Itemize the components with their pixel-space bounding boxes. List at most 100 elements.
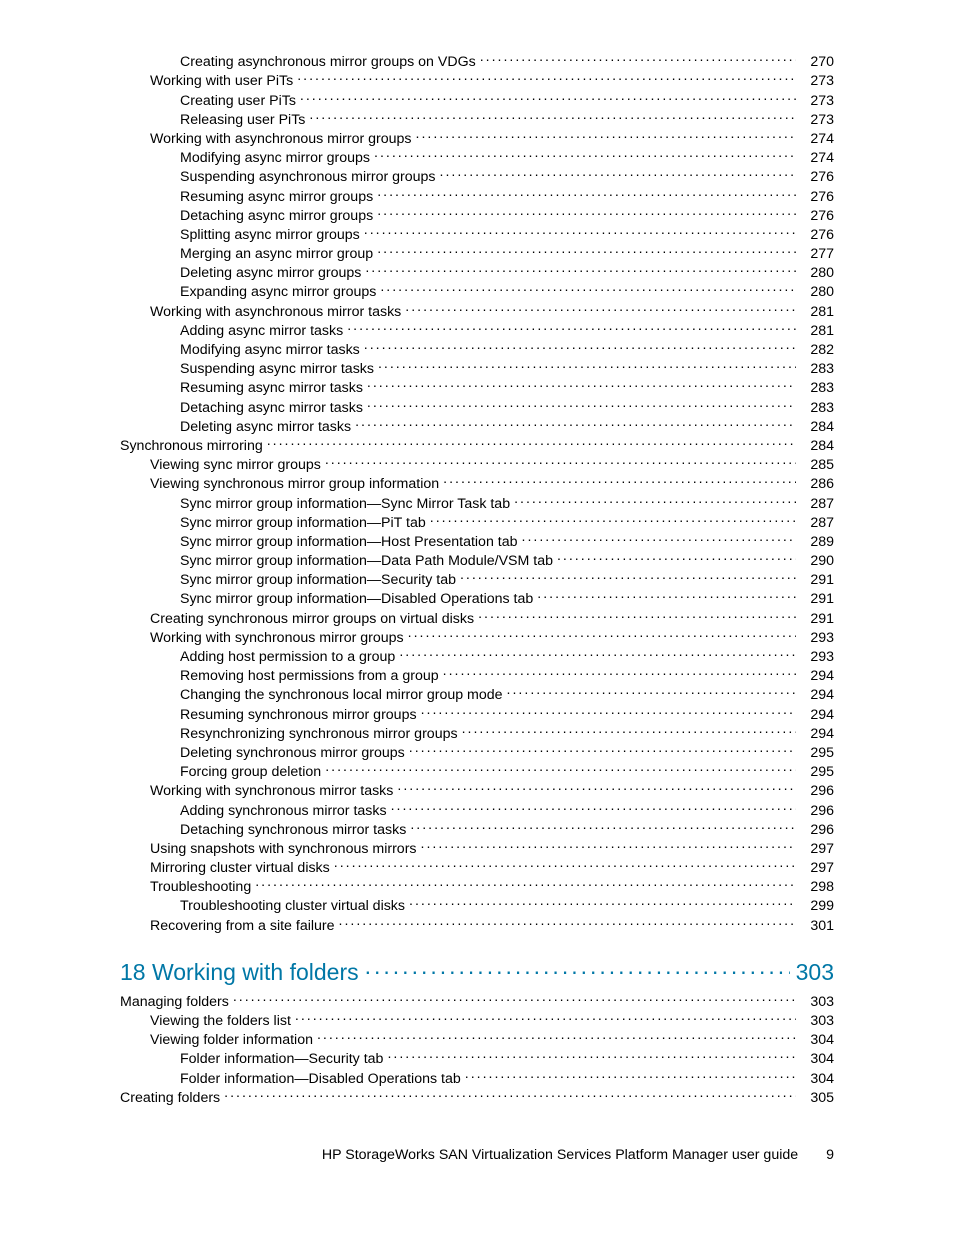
toc-entry[interactable]: Suspending asynchronous mirror groups276 xyxy=(120,167,834,186)
toc-entry-label: Managing folders xyxy=(120,993,229,1011)
toc-entry[interactable]: Detaching async mirror groups276 xyxy=(120,206,834,225)
toc-entry-page: 282 xyxy=(800,341,834,359)
toc-entry[interactable]: Folder information—Disabled Operations t… xyxy=(120,1068,834,1087)
toc-entry[interactable]: Working with asynchronous mirror tasks28… xyxy=(120,301,834,320)
toc-entry[interactable]: Working with asynchronous mirror groups2… xyxy=(120,129,834,148)
toc-entry[interactable]: Working with synchronous mirror groups29… xyxy=(120,628,834,647)
toc-entry[interactable]: Sync mirror group information—Disabled O… xyxy=(120,589,834,608)
toc-entry[interactable]: Folder information—Security tab304 xyxy=(120,1049,834,1068)
leader-dots xyxy=(300,90,796,104)
toc-entry[interactable]: Merging an async mirror group277 xyxy=(120,244,834,263)
toc-entry[interactable]: Viewing the folders list303 xyxy=(120,1011,834,1030)
leader-dots xyxy=(364,340,796,354)
leader-dots xyxy=(443,666,796,680)
toc-entry-label: Suspending async mirror tasks xyxy=(180,360,374,378)
toc-page: Creating asynchronous mirror groups on V… xyxy=(0,0,954,1107)
toc-entry[interactable]: Deleting async mirror groups280 xyxy=(120,263,834,282)
toc-entry[interactable]: Changing the synchronous local mirror gr… xyxy=(120,685,834,704)
toc-entry-label: Viewing the folders list xyxy=(150,1012,291,1030)
leader-dots xyxy=(347,321,796,335)
leader-dots xyxy=(465,1068,796,1082)
toc-entry[interactable]: Viewing sync mirror groups285 xyxy=(120,455,834,474)
leader-dots xyxy=(478,608,796,622)
toc-entry[interactable]: Troubleshooting cluster virtual disks299 xyxy=(120,896,834,915)
toc-entry[interactable]: Adding host permission to a group293 xyxy=(120,647,834,666)
toc-entry[interactable]: Resynchronizing synchronous mirror group… xyxy=(120,724,834,743)
chapter-label: 18 Working with folders xyxy=(120,959,359,986)
toc-entry-label: Resuming async mirror groups xyxy=(180,188,373,206)
toc-entry[interactable]: Adding async mirror tasks281 xyxy=(120,321,834,340)
toc-entry[interactable]: Resuming async mirror groups276 xyxy=(120,186,834,205)
toc-entry[interactable]: Suspending async mirror tasks283 xyxy=(120,359,834,378)
toc-entry-page: 274 xyxy=(800,130,834,148)
leader-dots xyxy=(309,110,796,124)
toc-entry-page: 277 xyxy=(800,245,834,263)
toc-entry[interactable]: Sync mirror group information—PiT tab287 xyxy=(120,513,834,532)
toc-entry[interactable]: Deleting synchronous mirror groups295 xyxy=(120,743,834,762)
chapter-heading[interactable]: 18 Working with folders 303 xyxy=(120,957,834,986)
toc-entry-page: 284 xyxy=(800,418,834,436)
toc-entry[interactable]: Deleting async mirror tasks284 xyxy=(120,417,834,436)
toc-entry[interactable]: Detaching async mirror tasks283 xyxy=(120,397,834,416)
toc-entry[interactable]: Splitting async mirror groups276 xyxy=(120,225,834,244)
leader-dots xyxy=(430,513,796,527)
toc-entry[interactable]: Resuming synchronous mirror groups294 xyxy=(120,704,834,723)
toc-entry[interactable]: Troubleshooting298 xyxy=(120,877,834,896)
toc-entry[interactable]: Sync mirror group information—Host Prese… xyxy=(120,532,834,551)
leader-dots xyxy=(421,704,796,718)
toc-entry-page: 297 xyxy=(800,859,834,877)
toc-entry[interactable]: Sync mirror group information—Data Path … xyxy=(120,551,834,570)
toc-entry[interactable]: Sync mirror group information—Security t… xyxy=(120,570,834,589)
toc-entry-page: 280 xyxy=(800,283,834,301)
toc-entry-label: Changing the synchronous local mirror gr… xyxy=(180,686,503,704)
toc-entry[interactable]: Sync mirror group information—Sync Mirro… xyxy=(120,493,834,512)
toc-entry[interactable]: Detaching synchronous mirror tasks296 xyxy=(120,820,834,839)
toc-entry[interactable]: Working with synchronous mirror tasks296 xyxy=(120,781,834,800)
toc-entry[interactable]: Recovering from a site failure301 xyxy=(120,915,834,934)
toc-entry[interactable]: Working with user PiTs273 xyxy=(120,71,834,90)
toc-entry[interactable]: Managing folders303 xyxy=(120,992,834,1011)
toc-entry-label: Detaching async mirror groups xyxy=(180,207,373,225)
toc-entry[interactable]: Resuming async mirror tasks283 xyxy=(120,378,834,397)
leader-dots xyxy=(377,186,796,200)
toc-entry-label: Recovering from a site failure xyxy=(150,917,335,935)
toc-entry-label: Creating synchronous mirror groups on vi… xyxy=(150,610,474,628)
toc-entry[interactable]: Adding synchronous mirror tasks296 xyxy=(120,800,834,819)
toc-entry[interactable]: Viewing folder information304 xyxy=(120,1030,834,1049)
toc-entry-label: Resynchronizing synchronous mirror group… xyxy=(180,725,458,743)
leader-dots xyxy=(514,493,796,507)
toc-entry-label: Folder information—Security tab xyxy=(180,1050,383,1068)
footer-title: HP StorageWorks SAN Virtualization Servi… xyxy=(322,1147,798,1163)
toc-entry[interactable]: Removing host permissions from a group29… xyxy=(120,666,834,685)
toc-entry[interactable]: Using snapshots with synchronous mirrors… xyxy=(120,839,834,858)
chapter-page: 303 xyxy=(796,959,834,986)
toc-entry[interactable]: Forcing group deletion295 xyxy=(120,762,834,781)
toc-entry[interactable]: Expanding async mirror groups280 xyxy=(120,282,834,301)
leader-dots xyxy=(374,148,796,162)
toc-entry-page: 294 xyxy=(800,686,834,704)
toc-entry-label: Releasing user PiTs xyxy=(180,111,305,129)
toc-entry-page: 304 xyxy=(800,1031,834,1049)
toc-entry-page: 304 xyxy=(800,1070,834,1088)
toc-entry-label: Modifying async mirror tasks xyxy=(180,341,360,359)
toc-entry-label: Using snapshots with synchronous mirrors xyxy=(150,840,417,858)
toc-entry[interactable]: Mirroring cluster virtual disks297 xyxy=(120,858,834,877)
toc-entry[interactable]: Modifying async mirror tasks 282 xyxy=(120,340,834,359)
toc-entry[interactable]: Creating synchronous mirror groups on vi… xyxy=(120,608,834,627)
toc-entry[interactable]: Modifying async mirror groups274 xyxy=(120,148,834,167)
toc-entry-page: 281 xyxy=(800,303,834,321)
toc-entry[interactable]: Viewing synchronous mirror group informa… xyxy=(120,474,834,493)
toc-entry-page: 270 xyxy=(800,53,834,71)
toc-entry[interactable]: Creating folders305 xyxy=(120,1088,834,1107)
leader-dots xyxy=(460,570,796,584)
toc-entry-label: Sync mirror group information—Sync Mirro… xyxy=(180,495,510,513)
leader-dots xyxy=(387,1049,796,1063)
toc-entry[interactable]: Synchronous mirroring284 xyxy=(120,436,834,455)
toc-entry-label: Sync mirror group information—Host Prese… xyxy=(180,533,518,551)
toc-entry-label: Adding synchronous mirror tasks xyxy=(180,802,387,820)
toc-entry[interactable]: Creating asynchronous mirror groups on V… xyxy=(120,52,834,71)
toc-entry[interactable]: Releasing user PiTs273 xyxy=(120,110,834,129)
toc-entry-page: 294 xyxy=(800,725,834,743)
toc-entry[interactable]: Creating user PiTs273 xyxy=(120,90,834,109)
toc-entry-label: Troubleshooting cluster virtual disks xyxy=(180,897,405,915)
